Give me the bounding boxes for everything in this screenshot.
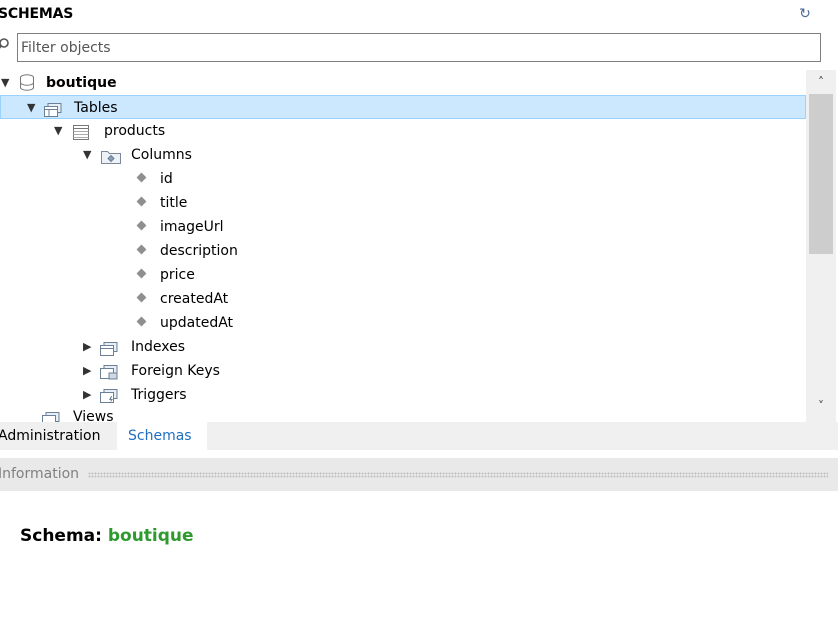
column-diamond-icon <box>136 316 147 327</box>
sidebar-tab-bar: Administration Schemas <box>0 422 838 450</box>
expand-arrow-icon[interactable]: ▼ <box>54 119 66 143</box>
tables-folder-icon <box>44 101 62 117</box>
tree-column-item[interactable]: imageUrl <box>0 215 806 239</box>
foreign-keys-icon <box>100 364 118 380</box>
column-diamond-icon <box>136 292 147 303</box>
tree-column-item[interactable]: title <box>0 191 806 215</box>
schema-tree: ▼ boutique ▼ Tables ▼ products ▼ Columns… <box>0 70 806 422</box>
indexes-label: Indexes <box>131 339 186 355</box>
views-label: Views <box>73 409 114 422</box>
column-diamond-icon <box>136 196 147 207</box>
tree-column-item[interactable]: id <box>0 167 806 191</box>
column-name: description <box>160 243 238 259</box>
tree-node-views[interactable]: Views <box>0 407 806 422</box>
tree-column-item[interactable]: createdAt <box>0 287 806 311</box>
tree-node-foreign-keys[interactable]: ▶ Foreign Keys <box>0 359 806 383</box>
collapse-arrow-icon[interactable]: ▶ <box>83 359 95 383</box>
column-name: id <box>160 171 173 187</box>
expand-arrow-icon[interactable]: ▼ <box>83 143 95 167</box>
information-title: Information <box>0 466 84 482</box>
schema-info-label: Schema: <box>20 526 102 546</box>
tree-node-indexes[interactable]: ▶ Indexes <box>0 335 806 359</box>
tree-column-item[interactable]: updatedAt <box>0 311 806 335</box>
column-name: imageUrl <box>160 219 224 235</box>
indexes-icon <box>100 340 118 356</box>
views-folder-icon <box>42 410 60 422</box>
column-name: updatedAt <box>160 315 234 331</box>
tree-node-tables[interactable]: ▼ Tables <box>0 95 806 119</box>
collapse-arrow-icon[interactable]: ▶ <box>83 383 95 407</box>
tree-column-item[interactable]: price <box>0 263 806 287</box>
schema-info-line: Schema: boutique <box>20 526 194 546</box>
triggers-icon <box>100 388 118 403</box>
tab-administration[interactable]: Administration <box>0 422 104 450</box>
column-diamond-icon <box>136 220 147 231</box>
table-icon <box>73 124 90 140</box>
refresh-icon[interactable]: ↻ <box>795 5 815 23</box>
tab-schemas[interactable]: Schemas <box>117 422 207 450</box>
expand-arrow-icon[interactable]: ▼ <box>1 71 13 95</box>
tree-node-schema[interactable]: ▼ boutique <box>0 71 806 95</box>
schema-info-value: boutique <box>107 526 194 546</box>
table-name: products <box>104 123 166 139</box>
column-name: title <box>160 195 188 211</box>
foreign-keys-label: Foreign Keys <box>131 363 220 379</box>
tree-scrollbar[interactable]: ˄ ˅ <box>806 70 836 422</box>
column-diamond-icon <box>136 268 147 279</box>
columns-label: Columns <box>131 147 192 163</box>
header-grip-pattern <box>88 472 828 478</box>
collapse-arrow-icon[interactable]: ▶ <box>83 335 95 359</box>
column-name: price <box>160 267 195 283</box>
information-panel <box>0 491 838 622</box>
schema-name: boutique <box>46 75 117 91</box>
column-diamond-icon <box>136 244 147 255</box>
column-diamond-icon <box>136 172 147 183</box>
triggers-label: Triggers <box>131 387 187 403</box>
tree-node-columns[interactable]: ▼ Columns <box>0 143 806 167</box>
database-icon <box>19 74 36 91</box>
expand-arrow-icon[interactable]: ▼ <box>27 96 39 120</box>
search-icon <box>0 38 9 54</box>
schemas-title: SCHEMAS <box>0 6 74 22</box>
columns-folder-icon <box>101 148 121 164</box>
column-name: createdAt <box>160 291 229 307</box>
tree-node-table-products[interactable]: ▼ products <box>0 119 806 143</box>
scroll-down-icon[interactable]: ˅ <box>806 398 836 414</box>
tables-label: Tables <box>74 100 118 116</box>
schemas-header: SCHEMAS ↻ <box>0 0 838 30</box>
information-header[interactable]: Information <box>0 458 838 491</box>
tree-column-item[interactable]: description <box>0 239 806 263</box>
scrollbar-thumb[interactable] <box>809 94 833 254</box>
scroll-up-icon[interactable]: ˄ <box>806 74 836 90</box>
filter-objects-input[interactable] <box>17 33 821 62</box>
tree-node-triggers[interactable]: ▶ Triggers <box>0 383 806 407</box>
